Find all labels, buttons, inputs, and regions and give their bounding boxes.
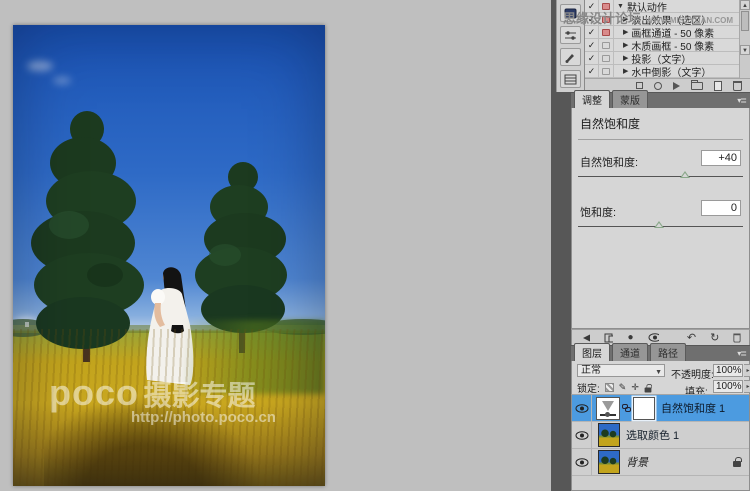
photoshop-window: poco 摄影专题 http://photo.poco.cn ✓ ▼默认动作: [0, 0, 750, 491]
reset-icon[interactable]: ↻: [710, 331, 719, 344]
collapsed-triangle-icon[interactable]: ▶: [623, 41, 628, 49]
saturation-value-field[interactable]: 0: [701, 200, 741, 216]
eye-icon: [575, 404, 589, 413]
layers-list: ▲ 自然饱和度 1 选取颜色 1: [571, 394, 750, 491]
collapsed-triangle-icon[interactable]: ▶: [623, 67, 628, 75]
lock-position-icon[interactable]: ✛: [631, 383, 639, 392]
background-lock-icon: [733, 461, 741, 467]
photo-watermark-title: 摄影专题: [143, 380, 255, 411]
saturation-slider-group: 饱和度: 0: [578, 200, 743, 240]
vibrance-slider-handle[interactable]: [680, 171, 690, 178]
panel-menu-icon[interactable]: ▾≣: [737, 349, 746, 358]
mask-link-icon[interactable]: [622, 404, 631, 412]
tab-masks[interactable]: 蒙版: [612, 90, 648, 108]
layer-thumbnail[interactable]: [598, 423, 620, 447]
tab-adjustments[interactable]: 调整: [574, 90, 610, 108]
sliders-panel-icon[interactable]: [560, 26, 581, 44]
action-check-icon[interactable]: ✓: [585, 65, 599, 77]
lock-row: 锁定: ✎ ✛ 填充: 100% ▸: [572, 378, 749, 394]
layer-visibility-toggle[interactable]: [572, 422, 592, 448]
adjustments-tabbar: 调整 蒙版 ▾≣: [571, 93, 750, 108]
play-icon[interactable]: [673, 82, 680, 90]
lock-label: 锁定:: [577, 380, 600, 395]
visibility-eye-icon[interactable]: [648, 333, 659, 342]
layer-mask-thumbnail[interactable]: [633, 397, 655, 420]
site-watermark: 思缘设计论坛 WWW.MISSYUAN.COM: [563, 8, 748, 28]
document-canvas[interactable]: poco 摄影专题 http://photo.poco.cn: [13, 25, 325, 486]
blend-mode-select[interactable]: 正常 ▼: [577, 364, 665, 377]
previous-state-icon[interactable]: ↶: [687, 331, 696, 344]
fill-value-field[interactable]: 100%: [713, 380, 743, 393]
action-dialog-toggle[interactable]: [599, 65, 614, 77]
action-check-icon[interactable]: ✓: [585, 52, 599, 64]
opacity-arrow-icon[interactable]: ▸: [744, 364, 750, 377]
back-arrow-icon[interactable]: [580, 333, 590, 343]
lock-all-icon[interactable]: [644, 387, 651, 392]
opacity-value-field[interactable]: 100%: [713, 364, 743, 377]
vibrance-value-field[interactable]: +40: [701, 150, 741, 166]
new-set-icon[interactable]: [691, 82, 703, 90]
action-row[interactable]: ✓ ▶水中倒影（文字）: [585, 65, 739, 78]
delete-icon[interactable]: [733, 81, 742, 91]
layer-name[interactable]: 选取颜色 1: [626, 427, 679, 443]
vibrance-slider-track[interactable]: [578, 176, 743, 177]
brush-panel-icon[interactable]: [560, 48, 581, 66]
expand-panel-icon[interactable]: [604, 333, 614, 343]
collapsed-triangle-icon[interactable]: ▶: [623, 28, 628, 36]
action-dialog-toggle[interactable]: [599, 39, 614, 51]
layers-tabbar: 图层 通道 路径 ▾≣: [571, 346, 750, 361]
lock-pixels-icon[interactable]: ✎: [619, 383, 627, 392]
layer-row-background[interactable]: 背景: [572, 449, 749, 476]
layers-controls: 正常 ▼ 不透明度: 100% ▸ 锁定: ✎ ✛ 填充: 100% ▸: [571, 361, 750, 394]
layer-visibility-toggle[interactable]: [572, 449, 592, 475]
actions-toolbar: [585, 78, 750, 92]
vibrance-slider-group: 自然饱和度: +40: [578, 150, 743, 190]
list-panel-icon[interactable]: [560, 70, 581, 88]
photo-watermark: poco 摄影专题: [49, 375, 255, 411]
layer-name[interactable]: 背景: [626, 454, 648, 470]
blend-mode-value: 正常: [581, 365, 601, 376]
lock-transparency-icon[interactable]: [605, 383, 614, 392]
tab-channels[interactable]: 通道: [612, 343, 648, 361]
layers-panel: 图层 通道 路径 ▾≣ 正常 ▼ 不透明度: 100% ▸ 锁定: ✎ ✛: [571, 346, 750, 491]
scroll-down-icon[interactable]: ▼: [740, 45, 750, 55]
collapsed-triangle-icon[interactable]: ▶: [623, 54, 628, 62]
photo-watermark-brand: poco: [49, 372, 139, 413]
action-check-icon[interactable]: ✓: [585, 39, 599, 51]
saturation-slider-handle[interactable]: [654, 221, 664, 228]
saturation-label: 饱和度:: [580, 204, 616, 220]
delete-adjustment-icon[interactable]: [734, 333, 741, 342]
eye-icon: [575, 431, 589, 440]
fill-arrow-icon[interactable]: ▸: [744, 380, 750, 393]
site-watermark-name: 思缘设计论坛: [563, 11, 641, 26]
clip-to-layer-icon[interactable]: ●: [627, 332, 633, 343]
layer-visibility-toggle[interactable]: [572, 395, 592, 421]
new-action-icon[interactable]: [714, 81, 722, 91]
layer-thumbnail[interactable]: [598, 450, 620, 474]
vibrance-adjustment-thumbnail[interactable]: [596, 397, 620, 420]
site-watermark-url: WWW.MISSYUAN.COM: [645, 16, 733, 25]
layer-row-vibrance[interactable]: 自然饱和度 1: [572, 395, 749, 422]
adjustments-panel: 调整 蒙版 ▾≣ 自然饱和度 自然饱和度: +40 饱和度: 0 ●: [571, 93, 750, 345]
tab-paths[interactable]: 路径: [650, 343, 686, 361]
record-icon[interactable]: [654, 82, 662, 90]
layer-name[interactable]: 自然饱和度 1: [661, 400, 725, 416]
photo-watermark-url: http://photo.poco.cn: [131, 409, 276, 426]
eye-icon: [575, 458, 589, 467]
action-label: 水中倒影（文字）: [631, 64, 711, 79]
layer-row-selective-color[interactable]: 选取颜色 1: [572, 422, 749, 449]
adjustment-title: 自然饱和度: [572, 108, 749, 132]
adjustments-content: 自然饱和度 自然饱和度: +40 饱和度: 0: [571, 108, 750, 329]
tab-layers[interactable]: 图层: [574, 343, 610, 361]
divider: [578, 139, 743, 140]
panel-menu-icon[interactable]: ▾≣: [737, 96, 746, 105]
stop-recording-icon[interactable]: [636, 82, 643, 89]
action-dialog-toggle[interactable]: [599, 52, 614, 64]
vibrance-label: 自然饱和度:: [580, 154, 638, 170]
